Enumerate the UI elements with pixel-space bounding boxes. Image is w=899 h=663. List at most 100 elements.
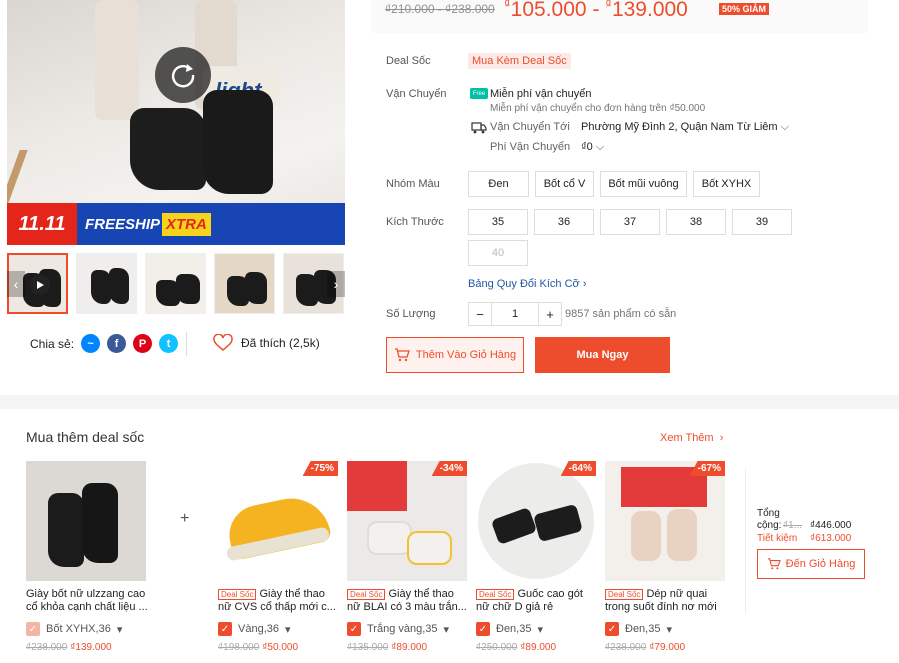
twitter-icon[interactable]: t: [159, 334, 179, 353]
savings-value: ₫613.000: [810, 533, 852, 544]
like-button[interactable]: Đã thích (2,5k): [213, 334, 320, 352]
pinterest-icon[interactable]: P: [133, 334, 153, 353]
quantity-stepper: − 1 +: [468, 302, 562, 326]
product-image[interactable]: -75%: [218, 461, 338, 581]
quantity-input[interactable]: 1: [492, 302, 538, 326]
deal-tag[interactable]: Mua Kèm Deal Sốc: [468, 53, 571, 69]
total-old: ₫1...: [783, 520, 803, 531]
discount-badge: -67%: [689, 461, 725, 476]
free-ship-title: Miễn phí vận chuyển: [490, 88, 592, 100]
ship-to-label: Vận Chuyển Tới: [490, 121, 570, 133]
original-price: ₫210.000 - ₫238.000: [385, 2, 495, 16]
liked-count: Đã thích (2,5k): [241, 336, 320, 350]
size-option-35[interactable]: 35: [468, 209, 528, 235]
chevron-down-icon: ⌵: [780, 121, 789, 133]
chevron-right-icon: ›: [719, 432, 724, 444]
buy-now-button[interactable]: Mua Ngay: [535, 337, 670, 373]
bundle-item-4[interactable]: -64% Deal Sốc Guốc cao gót nữ chữ D giả r…: [476, 461, 596, 653]
size-option-39[interactable]: 39: [732, 209, 792, 235]
discount-badge: -75%: [302, 461, 338, 476]
variant-selector[interactable]: ✓ Đen,35 ▾: [476, 622, 543, 636]
color-option-square-toe[interactable]: Bốt mũi vuông: [600, 171, 687, 197]
checkbox-icon: ✓: [605, 622, 619, 636]
product-price: ₫238.000 ₫79.000: [605, 642, 685, 653]
product-name: Deal Sốc Giày thể thao nữ BLAI có 3 màu t…: [347, 588, 467, 613]
thumbnail-4[interactable]: [214, 253, 275, 314]
main-product-image[interactable]: light 11.11 FREESHIP XTRA: [7, 0, 345, 245]
product-image[interactable]: [26, 461, 146, 581]
thumbnail-strip: ‹ ›: [7, 253, 345, 315]
size-option-37[interactable]: 37: [600, 209, 660, 235]
bundle-title: Mua thêm deal sốc: [26, 429, 145, 445]
chevron-down-icon: ⌵: [595, 141, 605, 153]
thumb-prev-icon[interactable]: ‹: [7, 271, 25, 297]
free-ship-icon: Free: [470, 88, 488, 99]
add-to-cart-button[interactable]: Thêm Vào Giỏ Hàng: [386, 337, 524, 373]
variant-selector[interactable]: ✓ Bốt XYHX,36 ▾: [26, 622, 122, 636]
caret-down-icon: ▾: [443, 623, 450, 636]
banner-1111: 11.11: [7, 203, 77, 245]
caret-down-icon: ▾: [116, 623, 123, 636]
ship-fee-label: Phí Vận Chuyển: [490, 141, 571, 153]
go-to-cart-button[interactable]: Đến Giỏ Hàng: [757, 549, 865, 579]
discount-badge: -64%: [560, 461, 596, 476]
discount-badge: -34%: [431, 461, 467, 476]
share-bar: Chia sẻ: ~ f P t: [30, 334, 179, 353]
color-option-black[interactable]: Đen: [468, 171, 529, 197]
facebook-icon[interactable]: f: [107, 334, 127, 353]
rotate-360-icon[interactable]: [155, 47, 211, 103]
savings-label: Tiết kiệm: [757, 533, 798, 544]
size-option-36[interactable]: 36: [534, 209, 594, 235]
thumbnail-2[interactable]: [76, 253, 137, 314]
color-group-label: Nhóm Màu: [386, 178, 440, 190]
deal-label: Deal Sốc: [386, 55, 431, 67]
chevron-right-icon: ›: [582, 278, 587, 290]
price-box: ₫210.000 - ₫238.000 ₫105.000 - ₫139.000 …: [371, 0, 868, 33]
product-image[interactable]: -67%: [605, 461, 725, 581]
color-option-v-neck[interactable]: Bốt cổ V: [535, 171, 594, 197]
bundle-item-5[interactable]: -67% Deal Sốc Dép nữ quai trong suốt đính…: [605, 461, 725, 653]
variant-selector[interactable]: ✓ Đen,35 ▾: [605, 622, 672, 636]
size-guide-link[interactable]: Bảng Quy Đổi Kích Cỡ ›: [468, 278, 587, 290]
banner-xtra: XTRA: [162, 212, 211, 236]
size-label: Kích Thước: [386, 216, 444, 228]
truck-icon: [471, 122, 487, 134]
bundle-item-1[interactable]: Giày bốt nữ ulzzang cao cổ khỏa cạnh chấ…: [26, 461, 148, 653]
product-image[interactable]: -34%: [347, 461, 467, 581]
product-image[interactable]: -64%: [476, 461, 596, 581]
cart-icon: [394, 348, 410, 362]
promo-banner: 11.11 FREESHIP XTRA: [7, 203, 345, 245]
sale-price: ₫105.000 - ₫139.000: [504, 0, 688, 21]
product-name: Deal Sốc Dép nữ quai trong suốt đính nơ m…: [605, 588, 717, 613]
quantity-plus-button[interactable]: +: [538, 302, 562, 326]
quantity-minus-button[interactable]: −: [468, 302, 492, 326]
variant-selector[interactable]: ✓ Trắng vàng,35 ▾: [347, 622, 449, 636]
ship-fee-value[interactable]: ₫0 ⌵: [581, 141, 604, 154]
banner-freeship: FREESHIP: [85, 215, 161, 233]
ship-to-location[interactable]: Phường Mỹ Đình 2, Quận Nam Từ Liêm ⌵: [581, 121, 789, 134]
quantity-label: Số Lượng: [386, 308, 436, 320]
total-new: ₫446.000: [810, 520, 852, 531]
size-option-38[interactable]: 38: [666, 209, 726, 235]
product-name: Deal Sốc Giày thể thao nữ CVS cổ thấp mới…: [218, 588, 336, 613]
heart-icon: [213, 334, 233, 351]
see-more-link[interactable]: Xem Thêm ›: [660, 432, 723, 444]
variant-selector[interactable]: ✓ Vàng,36 ▾: [218, 622, 291, 636]
caret-down-icon: ▾: [537, 623, 544, 636]
messenger-icon[interactable]: ~: [81, 334, 101, 353]
checkbox-icon: ✓: [26, 622, 40, 636]
bundle-item-3[interactable]: -34% Deal Sốc Giày thể thao nữ BLAI có 3 …: [347, 461, 467, 653]
divider: [186, 332, 187, 356]
caret-down-icon: ▾: [284, 623, 291, 636]
checkbox-icon: ✓: [218, 622, 232, 636]
free-ship-note: Miễn phí vận chuyển cho đơn hàng trên ₫5…: [490, 103, 706, 114]
cart-icon: [767, 558, 781, 570]
color-option-xyhx[interactable]: Bốt XYHX: [693, 171, 760, 197]
product-price: ₫198.000 ₫50.000: [218, 642, 298, 653]
share-label: Chia sẻ:: [30, 336, 75, 351]
product-price: ₫238.000 ₫139.000: [26, 642, 112, 653]
thumbnail-3[interactable]: [145, 253, 206, 314]
thumb-next-icon[interactable]: ›: [327, 271, 345, 297]
bundle-item-2[interactable]: -75% Deal Sốc Giày thể thao nữ CVS cổ thấ…: [218, 461, 338, 653]
play-icon: [30, 275, 50, 295]
